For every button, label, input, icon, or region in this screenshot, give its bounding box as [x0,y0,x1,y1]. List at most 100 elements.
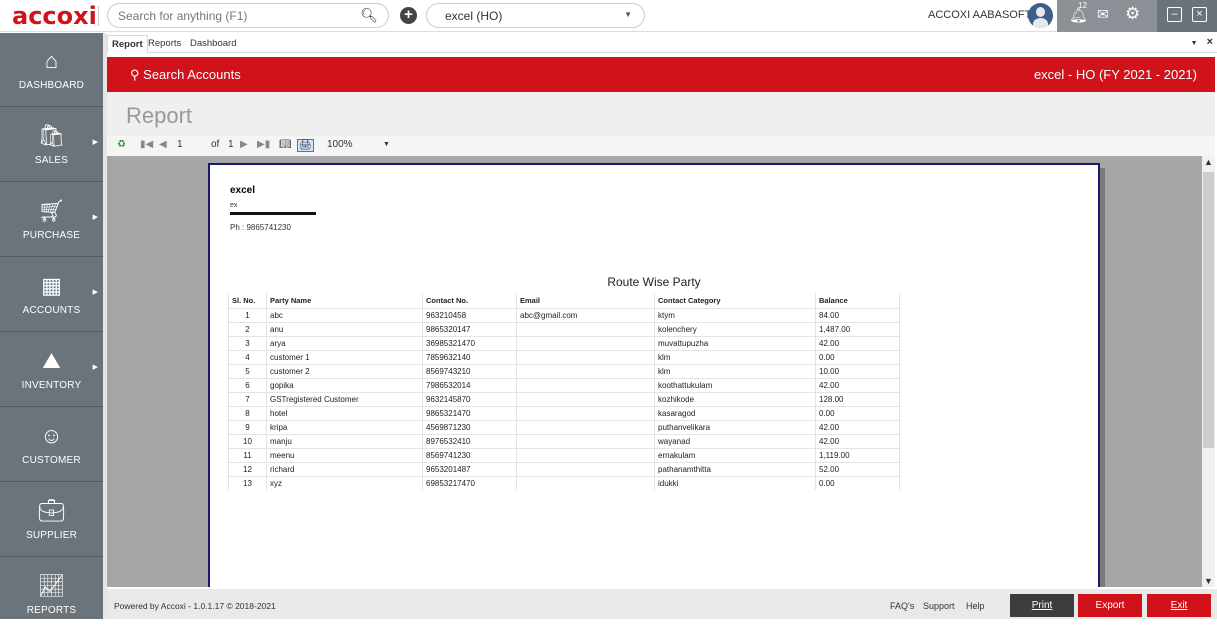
report-page: excel ex Ph : 9865741230 Route Wise Part… [208,163,1100,587]
sidebar-item-accounts[interactable]: ▦ ACCOUNTS ▶ [0,258,103,332]
gear-icon[interactable]: ⚙ [1125,4,1140,24]
table-row: 9 kripa 4569871230 puthanvelikara 42.00 [228,419,900,434]
search-accounts-button[interactable]: ⚲ Search Accounts [130,67,241,83]
table-cell [516,405,655,420]
table-cell: muvattupuzha [654,335,816,350]
avatar[interactable] [1028,3,1053,28]
minimize-icon[interactable]: – [1167,7,1182,22]
close-icon[interactable]: × [1192,7,1207,22]
current-page-input[interactable]: 1 [177,139,183,150]
table-cell: kolenchery [654,321,816,336]
table-cell [516,461,655,476]
table-row: 4 customer 1 7859632140 klm 0.00 [228,349,900,364]
scroll-down-icon[interactable]: ▼ [1204,576,1213,586]
print-button[interactable]: Print [1010,594,1074,617]
user-menu[interactable]: ACCOXI AABASOFT ▶ [928,9,1040,21]
table-cell: 9865320147 [422,321,517,336]
table-row: 8 hotel 9865321470 kasaragod 0.00 [228,405,900,420]
global-search-input[interactable]: Search for anything (F1) 🔍︎ [107,3,389,28]
table-cell: 0.00 [815,405,900,420]
tab-dashboard[interactable]: Dashboard [186,35,240,53]
table-cell [516,377,655,392]
table-cell: 9 [228,419,267,434]
previous-page-button[interactable]: ◀ [159,139,167,150]
table-cell: 10 [228,433,267,448]
table-row: 7 GSTregistered Customer 9632145870 kozhiko… [228,391,900,406]
chevron-down-icon[interactable]: ▼ [383,141,390,148]
tab-controls: ▼ × [1191,36,1213,48]
sidebar-item-customer[interactable]: ☺ CUSTOMER [0,408,103,482]
table-cell: abc@gmail.com [516,307,655,322]
table-cell: 8976532410 [422,433,517,448]
table-cell: pathanamthitta [654,461,816,476]
scrollbar-thumb[interactable] [1203,172,1214,448]
support-link[interactable]: Support [923,601,955,611]
export-button[interactable]: Export [1078,594,1142,617]
sidebar-item-inventory[interactable]: ⛰ INVENTORY ▶ [0,333,103,407]
add-icon[interactable]: + [400,7,417,24]
table-cell: customer 2 [266,363,423,378]
company-name: excel [230,185,256,196]
table-cell [516,349,655,364]
table-row: 11 meenu 8569741230 ernakulam 1,119.00 [228,447,900,462]
table-cell: 7859632140 [422,349,517,364]
table-cell: meenu [266,447,423,462]
exit-button[interactable]: Exit [1147,594,1211,617]
refresh-icon[interactable]: ♻ [117,139,126,150]
sidebar-item-supplier[interactable]: 💼︎ SUPPLIER [0,483,103,557]
table-cell: 36985321470 [422,335,517,350]
page-title-bar: Report [107,92,1215,136]
search-placeholder: Search for anything (F1) [118,9,248,23]
scroll-up-icon[interactable]: ▲ [1204,157,1213,167]
company-address: ex [230,202,238,209]
table-cell [516,447,655,462]
book-icon[interactable]: 📖︎ [279,139,292,150]
search-icon: ⚲ [130,67,140,82]
search-icon[interactable]: 🔍︎ [360,7,378,24]
table-cell: puthanvelikara [654,419,816,434]
last-page-button[interactable]: ▶▮ [257,139,270,150]
caret-right-icon: ▶ [92,214,98,221]
report-toolbar: ♻ ▮◀ ◀ 1 of 1 ▶ ▶▮ 📖︎ 🖨︎ 100% ▼ [107,136,1215,156]
powered-by: Powered by Accoxi - 1.0.1.17 © 2018-2021 [114,601,276,611]
sidebar-item-sales[interactable]: 🛍︎ SALES ▶ [0,108,103,182]
table-cell: 4569871230 [422,419,517,434]
vertical-scrollbar[interactable]: ▲ ▼ [1202,156,1215,587]
tab-reports[interactable]: Reports [144,35,185,53]
table-row: 13 xyz 69853217470 idukki 0.00 [228,475,900,490]
table-cell [516,391,655,406]
sidebar-item-reports[interactable]: 📈︎ REPORTS [0,558,103,632]
table-cell: 8569743210 [422,363,517,378]
sidebar-item-label: REPORTS [26,605,77,616]
table-cell: 8569741230 [422,447,517,462]
next-page-button[interactable]: ▶ [240,139,248,150]
table-cell: 11 [228,447,267,462]
help-link[interactable]: Help [966,601,985,611]
first-page-button[interactable]: ▮◀ [140,139,153,150]
sidebar: ⌂ DASHBOARD 🛍︎ SALES ▶ 🛒︎ PURCHASE ▶ ▦ A… [0,33,103,619]
table-cell: customer 1 [266,349,423,364]
column-header: Balance [815,293,900,308]
table-row: 12 richard 9653201487 pathanamthitta 52.00 [228,461,900,476]
chevron-down-icon[interactable]: ▼ [1191,40,1198,47]
table-cell: koothattukulam [654,377,816,392]
zoom-select[interactable]: 100% [327,139,353,150]
print-layout-icon[interactable]: 🖨︎ [297,139,314,152]
table-cell: arya [266,335,423,350]
sidebar-item-dashboard[interactable]: ⌂ DASHBOARD [0,33,103,107]
table-cell [516,419,655,434]
table-cell: 0.00 [815,475,900,490]
message-icon[interactable]: ✉ [1097,6,1109,23]
close-tab-icon[interactable]: × [1207,36,1213,48]
faq-link[interactable]: FAQ's [890,601,914,611]
sidebar-item-purchase[interactable]: 🛒︎ PURCHASE ▶ [0,183,103,257]
company-phone: Ph : 9865741230 [230,223,291,232]
table-row: 1 abc 963210458 abc@gmail.com ktym 84.00 [228,307,900,322]
company-select[interactable]: excel (HO) ▼ [426,3,645,28]
table-cell: 42.00 [815,377,900,392]
tab-report[interactable]: Report [107,35,148,53]
table-row: 5 customer 2 8569743210 klm 10.00 [228,363,900,378]
briefcase-icon: 💼︎ [37,498,66,523]
table-cell: klm [654,349,816,364]
table-cell: 7 [228,391,267,406]
